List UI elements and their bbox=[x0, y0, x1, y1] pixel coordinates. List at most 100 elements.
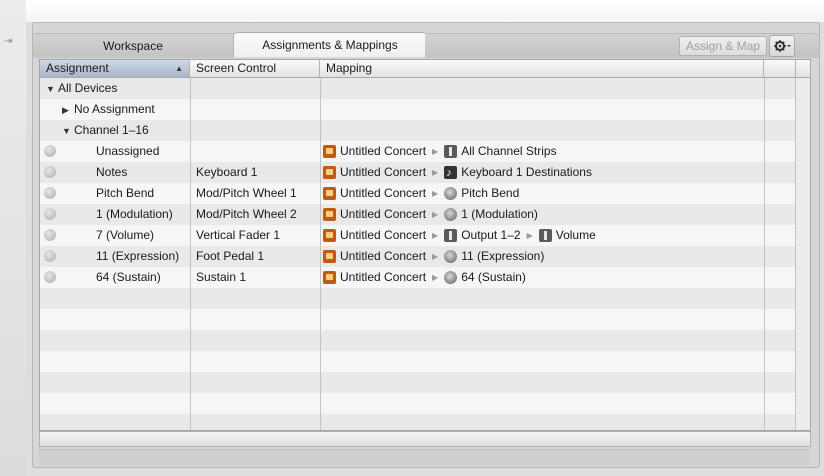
assignment-cell: 11 (Expression) bbox=[96, 249, 180, 263]
tree-row-channel[interactable]: ▼ Channel 1–16 bbox=[40, 120, 810, 141]
column-header-assignment[interactable]: Assignment ▲ bbox=[40, 60, 190, 77]
table-row[interactable]: 1 (Modulation) Mod/Pitch Wheel 2 Untitle… bbox=[40, 204, 810, 225]
disclosure-expanded-icon[interactable]: ▼ bbox=[46, 79, 58, 100]
tree-label: Channel 1–16 bbox=[74, 123, 149, 137]
tree-row-no-assignment[interactable]: ▶ No Assignment bbox=[40, 99, 810, 120]
assignment-cell: Notes bbox=[96, 165, 128, 179]
empty-row bbox=[40, 414, 810, 430]
tab-bar: Workspace Assignments & Mappings Assign … bbox=[33, 23, 819, 59]
left-side-strip: ⇥ bbox=[0, 0, 27, 476]
column-divider bbox=[320, 78, 321, 430]
keyboard-icon bbox=[444, 163, 458, 184]
empty-row bbox=[40, 372, 810, 393]
screen-control-cell: Mod/Pitch Wheel 2 bbox=[196, 207, 297, 221]
table-row[interactable]: 7 (Volume) Vertical Fader 1 Untitled Con… bbox=[40, 225, 810, 246]
concert-icon bbox=[323, 250, 336, 263]
disclosure-collapsed-icon[interactable]: ▶ bbox=[62, 100, 74, 121]
assignments-panel: Workspace Assignments & Mappings Assign … bbox=[26, 0, 824, 476]
mapping-cell: Untitled Concert ▶ Keyboard 1 Destinatio… bbox=[323, 162, 592, 184]
concert-icon bbox=[323, 271, 336, 284]
empty-row bbox=[40, 351, 810, 372]
path-separator-icon: ▶ bbox=[432, 147, 439, 156]
activity-led-icon bbox=[44, 166, 56, 178]
mapping-target: 11 (Expression) bbox=[461, 249, 545, 263]
column-divider bbox=[190, 78, 191, 430]
concert-icon bbox=[323, 145, 336, 158]
empty-row bbox=[40, 393, 810, 414]
mapping-concert: Untitled Concert bbox=[340, 228, 427, 242]
column-header-mapping[interactable]: Mapping bbox=[320, 60, 764, 77]
panel-footer bbox=[39, 449, 809, 466]
assignments-table: Assignment ▲ Screen Control Mapping ▼ All… bbox=[39, 59, 811, 431]
mapping-concert: Untitled Concert bbox=[340, 186, 427, 200]
mapping-concert: Untitled Concert bbox=[340, 249, 427, 263]
mapping-cell: Untitled Concert ▶ 1 (Modulation) bbox=[323, 204, 538, 225]
screen-control-cell: Mod/Pitch Wheel 1 bbox=[196, 186, 297, 200]
screen-control-cell: Vertical Fader 1 bbox=[196, 228, 281, 242]
assignment-cell: 7 (Volume) bbox=[96, 228, 155, 242]
horizontal-scrollbar[interactable] bbox=[39, 431, 811, 447]
tree-label: All Devices bbox=[58, 81, 118, 95]
mapping-target: 1 (Modulation) bbox=[461, 207, 538, 221]
panel-inner: Workspace Assignments & Mappings Assign … bbox=[32, 22, 820, 468]
activity-led-icon bbox=[44, 271, 56, 283]
tree-node: ▶ No Assignment bbox=[62, 99, 155, 120]
table-row[interactable]: 64 (Sustain) Sustain 1 Untitled Concert … bbox=[40, 267, 810, 288]
screen-control-cell: Sustain 1 bbox=[196, 270, 247, 284]
mapping-concert: Untitled Concert bbox=[340, 144, 427, 158]
mapping-cell: Untitled Concert ▶ 11 (Expression) bbox=[323, 246, 544, 267]
activity-led-icon bbox=[44, 208, 56, 220]
empty-row bbox=[40, 288, 810, 309]
column-header-label: Assignment bbox=[46, 61, 109, 75]
mapping-target: Output 1–2 bbox=[461, 228, 521, 242]
mapping-target: Pitch Bend bbox=[461, 186, 520, 200]
tab-workspace[interactable]: Workspace bbox=[33, 33, 233, 58]
table-row[interactable]: Notes Keyboard 1 Untitled Concert ▶ Keyb… bbox=[40, 162, 810, 184]
knob-icon bbox=[444, 187, 458, 200]
mapping-cell: Untitled Concert ▶ All Channel Strips bbox=[323, 141, 557, 162]
path-separator-icon: ▶ bbox=[432, 231, 439, 240]
path-separator-icon: ▶ bbox=[432, 273, 439, 282]
screen-control-cell: Keyboard 1 bbox=[196, 165, 258, 179]
path-separator-icon: ▶ bbox=[432, 189, 439, 198]
column-divider bbox=[764, 78, 765, 430]
assignment-cell: Pitch Bend bbox=[96, 186, 155, 200]
path-separator-icon: ▶ bbox=[432, 252, 439, 261]
gear-menu-button[interactable] bbox=[769, 35, 795, 57]
table-row[interactable]: 11 (Expression) Foot Pedal 1 Untitled Co… bbox=[40, 246, 810, 267]
activity-led-icon bbox=[44, 187, 56, 199]
screen-control-cell: Foot Pedal 1 bbox=[196, 249, 265, 263]
assignment-cell: Unassigned bbox=[96, 144, 160, 158]
column-header-empty bbox=[764, 60, 796, 77]
empty-row bbox=[40, 330, 810, 351]
gear-icon bbox=[774, 40, 791, 52]
mapping-cell: Untitled Concert ▶ 64 (Sustain) bbox=[323, 267, 526, 288]
resize-handle-icon[interactable]: ⇥ bbox=[4, 36, 20, 50]
tree-row-all-devices[interactable]: ▼ All Devices bbox=[40, 78, 810, 99]
channel-strip-icon bbox=[538, 229, 552, 242]
mapping-concert: Untitled Concert bbox=[340, 207, 427, 221]
knob-icon bbox=[444, 250, 458, 263]
mapping-concert: Untitled Concert bbox=[340, 270, 427, 284]
vertical-scrollbar[interactable] bbox=[795, 78, 810, 430]
table-row[interactable]: Pitch Bend Mod/Pitch Wheel 1 Untitled Co… bbox=[40, 183, 810, 204]
assign-map-button[interactable]: Assign & Map bbox=[679, 36, 767, 56]
table-row[interactable]: Unassigned Untitled Concert ▶ All Channe… bbox=[40, 141, 810, 162]
concert-icon bbox=[323, 166, 336, 179]
mapping-target: All Channel Strips bbox=[461, 144, 557, 158]
table-header: Assignment ▲ Screen Control Mapping bbox=[40, 60, 810, 78]
mapping-cell: Untitled Concert ▶ Output 1–2 ▶ Volume bbox=[323, 225, 596, 246]
disclosure-expanded-icon[interactable]: ▼ bbox=[62, 121, 74, 142]
knob-icon bbox=[444, 208, 458, 221]
tab-assignments-mappings[interactable]: Assignments & Mappings bbox=[233, 32, 427, 57]
sort-ascending-icon: ▲ bbox=[175, 64, 183, 73]
activity-led-icon bbox=[44, 145, 56, 157]
column-header-screen-control[interactable]: Screen Control bbox=[190, 60, 320, 77]
assignment-cell: 1 (Modulation) bbox=[96, 207, 173, 221]
tree-label: No Assignment bbox=[74, 102, 155, 116]
assignment-cell: 64 (Sustain) bbox=[96, 270, 161, 284]
table-body: ▼ All Devices ▶ No Assignment ▼ Channel 1–1… bbox=[40, 78, 810, 430]
path-separator-icon: ▶ bbox=[526, 231, 533, 240]
tree-node: ▼ All Devices bbox=[46, 78, 117, 99]
concert-icon bbox=[323, 187, 336, 200]
